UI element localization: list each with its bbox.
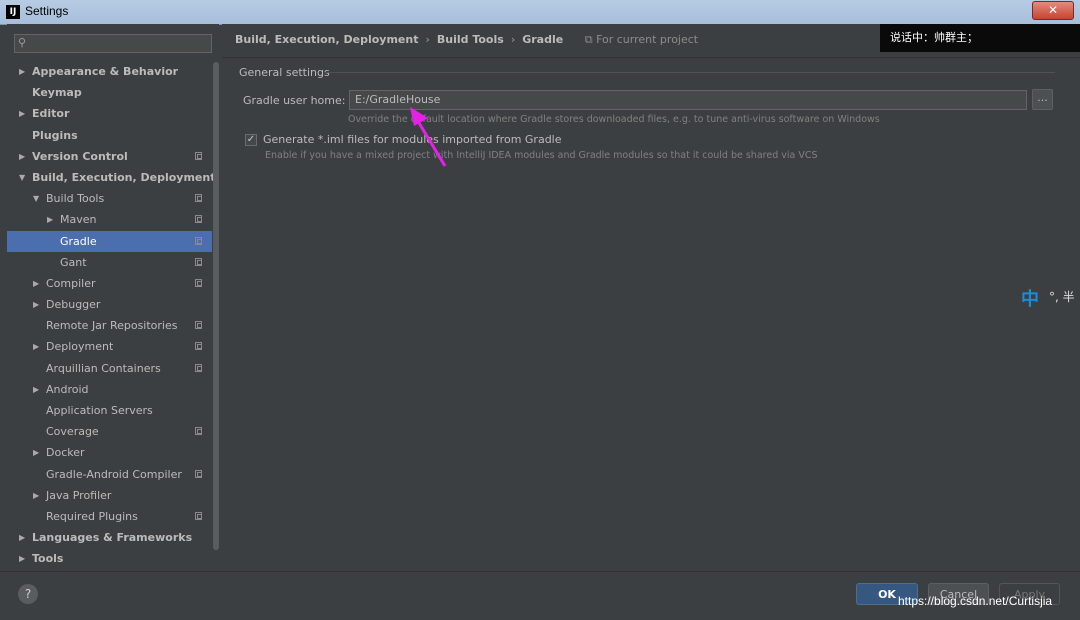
annotation-arrow [410, 107, 447, 167]
annotation-arrow-shaft [414, 117, 447, 167]
